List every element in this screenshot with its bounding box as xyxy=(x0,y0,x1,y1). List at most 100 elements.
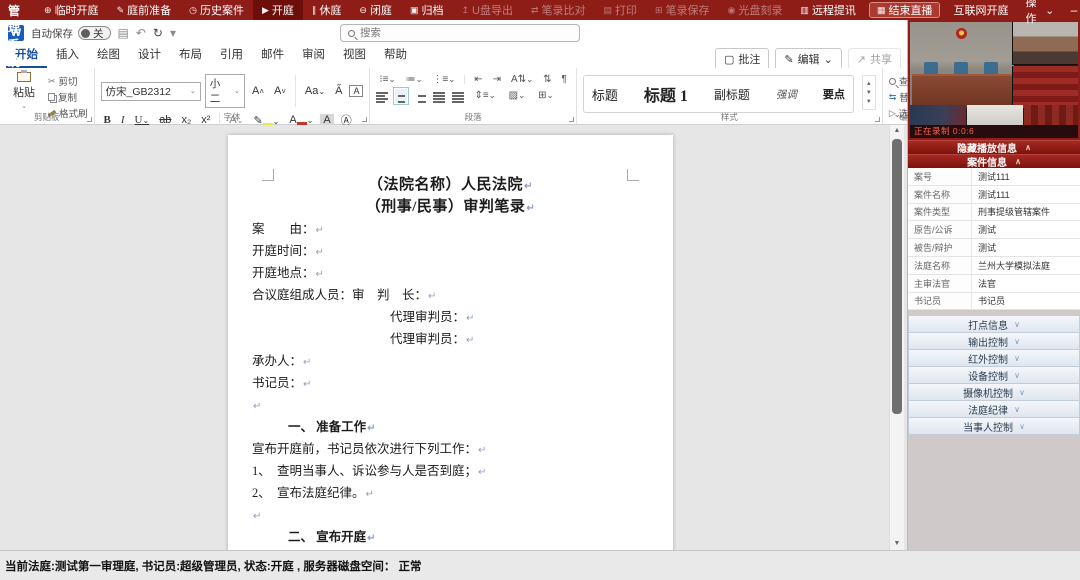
topbar-menu-item[interactable]: ⊕ 临时开庭 xyxy=(35,0,108,20)
sort-button[interactable]: ⇅ xyxy=(540,74,554,85)
autosave-toggle[interactable]: 关 xyxy=(78,26,111,40)
dialog-launcher-icon[interactable] xyxy=(362,117,367,122)
topbar-menu-item[interactable]: ⇄ 笔录比对 xyxy=(522,0,595,20)
cut-button[interactable]: ✂ 剪切 xyxy=(48,74,88,88)
gallery-up-icon[interactable]: ▲ xyxy=(863,80,875,88)
search-box[interactable] xyxy=(340,24,580,42)
topbar-menu-item[interactable]: ▥ 远程提讯 xyxy=(791,0,865,20)
minimize-button[interactable]: – xyxy=(1066,3,1080,17)
accordion-section[interactable]: 打点信息 ∨ xyxy=(908,316,1080,333)
topbar-menu-item[interactable]: ▤ 打印 xyxy=(595,0,647,20)
search-input[interactable] xyxy=(360,27,540,39)
align-left-button[interactable] xyxy=(376,89,388,103)
align-center-button[interactable] xyxy=(395,89,407,103)
gallery-down-icon[interactable]: ▼ xyxy=(863,89,875,97)
decrease-indent-button[interactable]: ⇤ xyxy=(471,74,485,85)
numbering-button[interactable]: ≔⌄ xyxy=(402,74,425,85)
scrollbar-thumb[interactable] xyxy=(892,139,902,414)
ribbon-tab[interactable]: 布局 xyxy=(170,43,211,68)
paragraph-mark-icon: ↵ xyxy=(524,181,533,192)
topbar-menu-item[interactable]: 互联网开庭 xyxy=(944,0,1017,20)
shading-button[interactable]: ▨⌄ xyxy=(506,90,528,101)
font-group: 仿宋_GB2312 ⌄ 小二 ⌄ A˄ A˅ Aa⌄ A̋ A B xyxy=(94,68,370,124)
style-item[interactable]: 要点 xyxy=(823,86,845,102)
paragraph-mark-icon: ↵ xyxy=(466,313,474,324)
paragraph-mark-icon: ↵ xyxy=(478,467,486,478)
increase-indent-button[interactable]: ⇥ xyxy=(490,74,504,85)
camera-side-view xyxy=(1012,22,1078,65)
ribbon-tab[interactable]: 帮助 xyxy=(375,43,416,68)
grow-font-button[interactable]: A˄ xyxy=(249,85,267,97)
bullets-button[interactable]: ⁝≡⌄ xyxy=(376,74,398,85)
topbar-menu-item[interactable]: ∥ 休庭 xyxy=(303,0,351,20)
dialog-launcher-icon[interactable] xyxy=(875,117,880,122)
save-icon[interactable]: ▤ xyxy=(118,26,129,40)
font-name-select[interactable]: 仿宋_GB2312 ⌄ xyxy=(101,82,201,101)
ribbon-tab[interactable]: 视图 xyxy=(334,43,375,68)
topbar-menu-item[interactable]: ✎ 庭前准备 xyxy=(108,0,181,20)
autosave-control[interactable]: 自动保存 关 xyxy=(31,26,111,41)
ribbon-tab[interactable]: 设计 xyxy=(129,43,170,68)
topbar-menu-item[interactable]: ▦ 结束直播 xyxy=(869,2,941,18)
justify-button[interactable] xyxy=(433,89,445,103)
ribbon-tab[interactable]: 引用 xyxy=(211,43,252,68)
distribute-button[interactable] xyxy=(452,89,464,103)
scroll-down-icon[interactable]: ▼ xyxy=(890,538,904,550)
ribbon-tab[interactable]: 插入 xyxy=(47,43,88,68)
accordion-section[interactable]: 法庭纪律 ∨ xyxy=(908,401,1080,418)
accordion-section[interactable]: 红外控制 ∨ xyxy=(908,350,1080,367)
ribbon-tab[interactable]: 绘图 xyxy=(88,43,129,68)
topbar-menu-item[interactable]: ▣ 归档 xyxy=(401,0,453,20)
undo-icon[interactable]: ↶ xyxy=(136,26,146,40)
topbar-menu-item[interactable]: ⊞ 笔录保存 xyxy=(646,0,719,20)
style-item[interactable]: 标题 xyxy=(592,85,618,104)
topbar-menu-item[interactable]: ◉ 光盘刻录 xyxy=(719,0,792,20)
show-marks-button[interactable]: ¶ xyxy=(558,74,569,85)
operate-dropdown[interactable]: 操作 ⌄ xyxy=(1017,0,1062,26)
character-border-button[interactable]: A xyxy=(349,85,363,97)
accordion-section[interactable]: 输出控制 ∨ xyxy=(908,333,1080,350)
change-case-button[interactable]: Aa⌄ xyxy=(302,85,328,97)
dialog-launcher-icon[interactable] xyxy=(569,117,574,122)
hide-playback-info-bar[interactable]: 隐藏播放信息 ∧ xyxy=(908,140,1080,154)
accordion-section[interactable]: 设备控制 ∨ xyxy=(908,367,1080,384)
phonetic-guide-button[interactable]: A̋ xyxy=(332,85,345,97)
align-right-button[interactable] xyxy=(414,89,426,103)
ribbon-tab[interactable]: 审阅 xyxy=(293,43,334,68)
document-page[interactable]: （法院名称）人民法院↵（刑事/民事）审判笔录↵案 由：↵开庭时间：↵开庭地点：↵… xyxy=(228,135,673,550)
camera-audience-view xyxy=(1024,105,1078,125)
share-button[interactable]: ↗ 共享 xyxy=(848,48,901,70)
case-info-bar[interactable]: 案件信息 ∧ xyxy=(908,154,1080,168)
topbar-menu-item[interactable]: ⊖ 闭庭 xyxy=(350,0,401,20)
document-scrollbar[interactable]: ▲ ▼ xyxy=(889,125,904,550)
topbar-menu-item[interactable]: ◷ 历史案件 xyxy=(180,0,253,20)
line-spacing-button[interactable]: ⇕≡⌄ xyxy=(471,90,498,101)
topbar-menu-item[interactable]: ▶ 开庭 xyxy=(253,0,303,20)
style-item[interactable]: 强调 xyxy=(776,87,797,102)
paragraph-mark-icon: ↵ xyxy=(303,379,311,390)
app-title: 书记员管理系统 xyxy=(0,0,35,70)
borders-button[interactable]: ⊞⌄ xyxy=(535,90,556,101)
redo-icon[interactable]: ↻ xyxy=(153,26,163,40)
multilevel-list-button[interactable]: ⋮≡⌄ xyxy=(429,74,458,85)
shrink-font-button[interactable]: A˅ xyxy=(271,85,289,97)
style-item[interactable]: 标题 1 xyxy=(644,82,688,106)
menu-item-icon: ◉ xyxy=(728,5,736,16)
dialog-launcher-icon[interactable] xyxy=(87,117,92,122)
gallery-more-icon[interactable]: ▼ xyxy=(863,98,875,106)
collapse-ribbon-icon[interactable]: ⌄ xyxy=(893,109,901,120)
font-size-select[interactable]: 小二 ⌄ xyxy=(205,74,245,108)
scroll-up-icon[interactable]: ▲ xyxy=(890,125,904,137)
menu-item-icon: ▤ xyxy=(604,5,613,16)
copy-button[interactable]: 复制 xyxy=(48,90,88,104)
ribbon-tab[interactable]: 邮件 xyxy=(252,43,293,68)
asian-layout-button[interactable]: A⇅⌄ xyxy=(508,74,536,85)
paste-button[interactable]: 粘贴 ⌄ xyxy=(6,72,42,110)
comments-button[interactable]: ▢ 批注 xyxy=(715,48,769,70)
style-item[interactable]: 副标题 xyxy=(714,86,750,103)
accordion-section[interactable]: 当事人控制 ∨ xyxy=(908,418,1080,435)
topbar-menu-item[interactable]: ↥ U盘导出 xyxy=(452,0,522,20)
editing-mode-button[interactable]: ✎ 编辑 ⌄ xyxy=(775,48,841,70)
quick-access-more-icon[interactable]: ▾ xyxy=(170,26,176,40)
accordion-section[interactable]: 摄像机控制 ∨ xyxy=(908,384,1080,401)
